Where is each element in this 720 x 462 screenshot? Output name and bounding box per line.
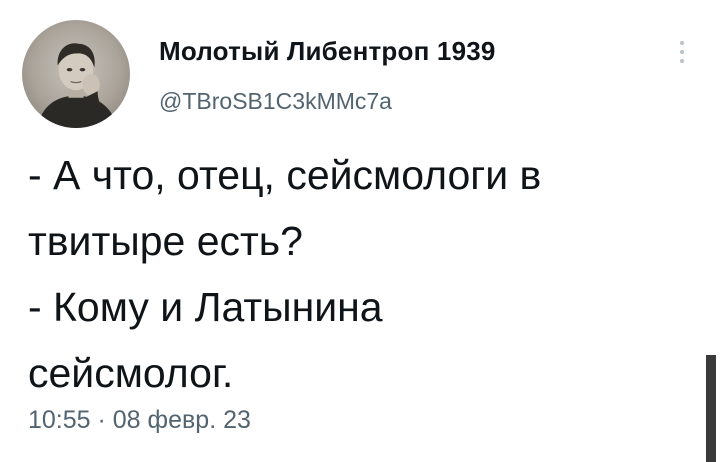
more-options-button[interactable] (670, 36, 694, 68)
tweet-timestamp[interactable]: 10:55 · 08 февр. 23 (28, 406, 251, 435)
scrollbar[interactable] (706, 355, 716, 462)
tweet-card: Молотый Либентроп 1939 @TBroSB1C3kMMc7a … (0, 0, 720, 462)
author-handle[interactable]: @TBroSB1C3kMMc7a (159, 88, 392, 115)
avatar-photo-icon (37, 43, 118, 128)
tweet-text: - А что, отец, сейсмологи в твитыре есть… (28, 142, 698, 406)
more-vertical-icon (680, 41, 684, 45)
tweet-text-line: сейсмолог. (28, 350, 234, 396)
avatar[interactable] (22, 20, 130, 128)
author-name[interactable]: Молотый Либентроп 1939 (159, 36, 496, 67)
more-vertical-icon-dot (680, 50, 684, 54)
tweet-text-line: - А что, отец, сейсмологи в (28, 152, 542, 198)
tweet-text-line: - Кому и Латынина (28, 284, 383, 330)
tweet-text-line: твитыре есть? (28, 218, 303, 264)
more-vertical-icon-dot (680, 59, 684, 63)
